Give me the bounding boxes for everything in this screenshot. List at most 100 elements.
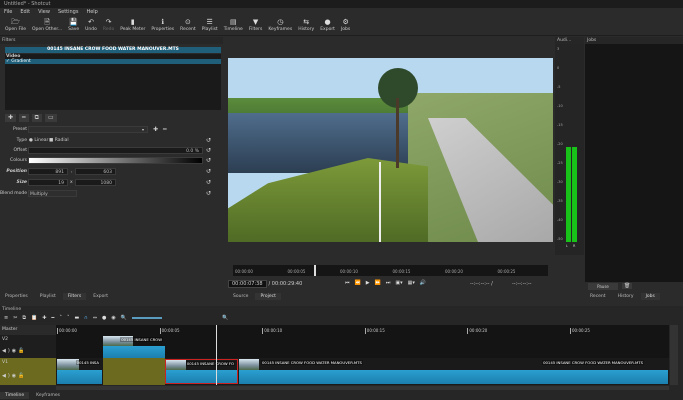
reset-icon[interactable]: ↺ xyxy=(206,157,211,165)
lift-icon[interactable]: ˄ xyxy=(59,313,62,323)
position-y-input[interactable]: 603 xyxy=(75,168,116,175)
menu-file[interactable]: File xyxy=(4,8,12,17)
timeline-clip[interactable]: 00145 INSA xyxy=(57,359,102,384)
zoom-out-icon[interactable]: 🔍 xyxy=(121,313,127,323)
player-playhead[interactable] xyxy=(314,265,316,276)
toolbar-keyframes-button[interactable]: ◷ Keyframes xyxy=(265,17,295,35)
add-filter-button[interactable]: ✚ xyxy=(5,114,17,122)
pause-button[interactable]: Pause xyxy=(588,283,618,290)
blend-mode-select[interactable]: Multiply xyxy=(28,190,77,197)
tab-timeline[interactable]: Timeline xyxy=(0,392,30,399)
toolbar-open-other-button[interactable]: 🗎 Open Other... xyxy=(29,17,65,35)
toolbar-redo-button[interactable]: ↷ Redo xyxy=(100,17,117,35)
toolbar-playlist-button[interactable]: ☰ Playlist xyxy=(199,17,221,35)
toolbar-recent-button[interactable]: ⊙ Recent xyxy=(177,17,199,35)
type-radial-radio[interactable]: ■ Radial xyxy=(49,137,69,145)
append-icon[interactable]: ✚ xyxy=(42,313,46,323)
zoom-icon[interactable]: ▣▾ xyxy=(395,280,402,286)
toolbar-export-button[interactable]: ● Export xyxy=(317,17,338,35)
tab-keyframes[interactable]: Keyframes xyxy=(31,392,65,399)
volume-icon[interactable]: 🔊 xyxy=(420,280,426,286)
remove-filter-button[interactable]: ━ xyxy=(19,114,29,122)
zoom-slider[interactable] xyxy=(132,317,163,319)
offset-slider[interactable]: 0.0 % xyxy=(28,147,203,154)
reset-icon[interactable]: ↺ xyxy=(206,147,211,155)
position-x-input[interactable]: 891 xyxy=(28,168,68,175)
copy-icon[interactable]: ⧉ xyxy=(22,313,26,323)
track-header-v2[interactable]: V2 ◀)◉🔓 xyxy=(0,335,56,358)
gradient-handle[interactable] xyxy=(379,162,381,242)
filter-item-gradient[interactable]: ✓ Gradient xyxy=(5,59,221,64)
tab-jobs[interactable]: Jobs xyxy=(640,293,660,300)
toolbar-undo-button[interactable]: ↶ Undo xyxy=(82,17,100,35)
scrub-icon[interactable]: ⇔ xyxy=(93,313,97,323)
toolbar-timeline-button[interactable]: ▤ Timeline xyxy=(221,17,246,35)
menu-view[interactable]: View xyxy=(38,8,50,17)
v1-gap[interactable] xyxy=(103,358,165,385)
timeline-playhead[interactable] xyxy=(216,325,217,385)
toolbar-filters-button[interactable]: ▼ Filters xyxy=(246,17,266,35)
paste-icon[interactable]: 📋 xyxy=(31,313,37,323)
delete-preset-button[interactable]: ━ xyxy=(163,126,167,134)
timeline-scrollbar[interactable] xyxy=(56,386,669,390)
split-icon[interactable]: ▬ xyxy=(74,313,79,323)
save-preset-button[interactable]: ✚ xyxy=(153,126,158,134)
tab-properties[interactable]: Properties xyxy=(0,293,33,300)
ripple-all-icon[interactable]: ◉ xyxy=(111,313,115,323)
deselect-filter-button[interactable]: ▭ xyxy=(44,114,57,122)
snap-icon[interactable]: ∩ xyxy=(84,313,88,323)
skip-previous-icon[interactable]: ⏮ xyxy=(345,280,350,286)
reset-icon[interactable]: ↺ xyxy=(206,179,211,187)
track-header-v1[interactable]: V1 ◀)◉🔓 xyxy=(0,358,56,385)
history-icon: ⇆ xyxy=(303,18,310,26)
tab-filters[interactable]: Filters xyxy=(62,293,87,300)
toolbar-save-button[interactable]: 💾 Save xyxy=(65,17,82,35)
fast-forward-icon[interactable]: ⏩ xyxy=(375,280,381,286)
video-preview[interactable] xyxy=(228,58,553,242)
lock-icon[interactable]: 🔓 xyxy=(18,373,26,379)
zoom-in-icon[interactable]: 🔍 xyxy=(222,313,228,323)
grid-icon[interactable]: ▦▾ xyxy=(408,280,415,286)
player-scrubber[interactable]: 00:00:00 00:00:05 00:00:10 00:00:15 00:00:20… xyxy=(233,265,548,276)
timeline-clip[interactable]: 00145 INSANE CROW FOOD WATER MANOUVER.MT… xyxy=(239,359,668,384)
toolbar-open-file-button[interactable]: 🗁 Open File xyxy=(2,17,29,35)
menu-edit[interactable]: Edit xyxy=(20,8,30,17)
mute-icon[interactable]: ◀) xyxy=(2,348,12,354)
skip-next-icon[interactable]: ⏭ xyxy=(386,280,391,286)
preset-select[interactable] xyxy=(28,126,148,133)
tab-source[interactable]: Source xyxy=(228,293,253,300)
menu-help[interactable]: Help xyxy=(86,8,97,17)
mute-icon[interactable]: ◀) xyxy=(2,373,12,379)
timeline-vscrollbar[interactable] xyxy=(670,325,678,385)
lock-icon[interactable]: 🔓 xyxy=(18,348,26,354)
reset-icon[interactable]: ↺ xyxy=(206,137,211,145)
tab-project[interactable]: Project xyxy=(255,293,281,300)
position-timecode-input[interactable]: 00:00:07:38 xyxy=(228,280,267,288)
trash-icon[interactable]: 🗑 xyxy=(622,283,633,289)
size-height-input[interactable]: 1080 xyxy=(75,179,116,186)
timeline-clip[interactable]: 00145 INSANE CROW xyxy=(103,336,165,358)
toolbar-history-button[interactable]: ⇆ History xyxy=(295,17,317,35)
ripple-icon[interactable]: ● xyxy=(102,313,106,323)
menu-settings[interactable]: Settings xyxy=(58,8,79,17)
reset-icon[interactable]: ↺ xyxy=(206,168,211,176)
overwrite-icon[interactable]: ˅ xyxy=(67,313,70,323)
remove-icon[interactable]: ━ xyxy=(51,313,54,323)
tab-export[interactable]: Export xyxy=(88,293,113,300)
toolbar-properties-button[interactable]: ℹ Properties xyxy=(148,17,177,35)
toolbar-jobs-button[interactable]: ⚙ Jobs xyxy=(338,17,353,35)
copy-filter-button[interactable]: ⧉ xyxy=(31,114,42,122)
toolbar-peak-meter-button[interactable]: ▮ Peak Meter xyxy=(117,17,148,35)
type-linear-radio[interactable]: ● Linear xyxy=(29,137,48,145)
colours-gradient[interactable] xyxy=(28,157,203,164)
size-width-input[interactable]: 19 xyxy=(28,179,68,186)
cut-icon[interactable]: ✂ xyxy=(13,313,17,323)
tab-recent[interactable]: Recent xyxy=(585,293,611,300)
play-icon[interactable]: ▶ xyxy=(366,280,370,286)
rewind-icon[interactable]: ⏪ xyxy=(355,280,361,286)
menu-icon[interactable]: ≡ xyxy=(4,313,8,323)
reset-icon[interactable]: ↺ xyxy=(206,190,211,198)
tab-playlist[interactable]: Playlist xyxy=(35,293,61,300)
timeline-clip-selected[interactable]: 00145 INSANE CROW FO xyxy=(165,359,238,384)
tab-history[interactable]: History xyxy=(613,293,639,300)
